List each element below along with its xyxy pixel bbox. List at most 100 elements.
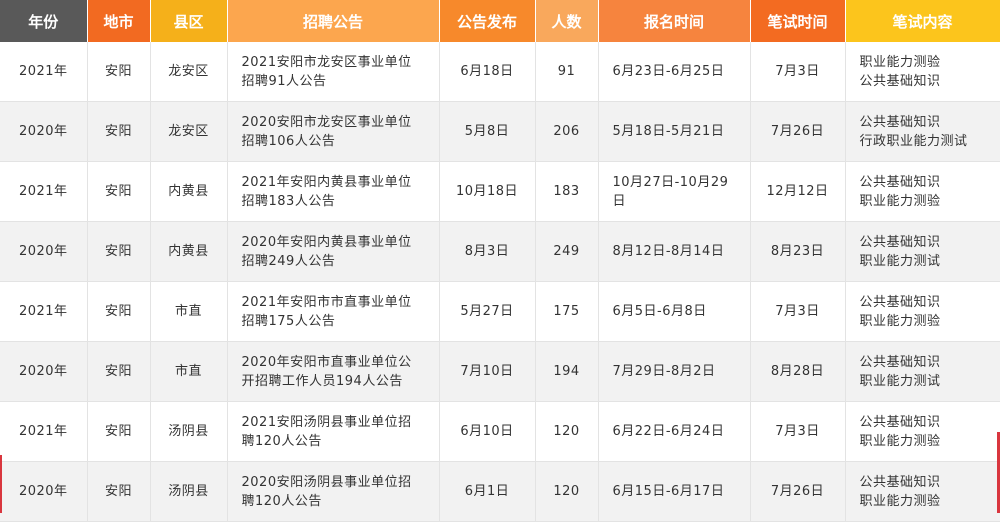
- county-cell: 内黄县: [150, 161, 228, 222]
- exam-content-cell-line-1: 公共基础知识: [859, 474, 941, 490]
- exam-content-cell-line-2: 公共基础知识: [859, 73, 941, 89]
- signup-period-cell-line-1: 6月22日-6月24日: [612, 424, 725, 439]
- signup-period-cell: 6月5日-6月8日: [598, 281, 751, 342]
- exam-content-cell-line-2: 职业能力测试: [859, 373, 941, 389]
- signup-period-cell: 6月23日-6月25日: [598, 42, 751, 102]
- exam-content-cell: 公共基础知识 职业能力测验: [845, 161, 1000, 222]
- year-cell: 2020年: [0, 221, 88, 282]
- signup-period-cell-line-1: 7月29日-8月2日: [612, 364, 716, 379]
- notice-cell: 2021年安阳市市直事业单位 招聘175人公告: [227, 281, 440, 342]
- notice-cell: 2020年安阳内黄县事业单位 招聘249人公告: [227, 221, 440, 282]
- notice-cell: 2021安阳汤阴县事业单位招 聘120人公告: [227, 401, 440, 462]
- signup-period-cell: 8月12日-8月14日: [598, 221, 751, 282]
- header-notice: 招聘公告: [227, 0, 440, 42]
- notice-cell-line-2: 招聘91人公告: [241, 73, 327, 89]
- city-cell: 安阳: [87, 401, 151, 462]
- headcount-cell: 120: [535, 401, 599, 462]
- signup-period-cell-line-2: 日: [612, 193, 627, 209]
- exam-content-cell-line-2: 职业能力测验: [859, 433, 941, 449]
- city-cell: 安阳: [87, 42, 151, 102]
- notice-cell-line-1: 2021年安阳市市直事业单位: [241, 294, 412, 310]
- county-cell: 市直: [150, 341, 228, 402]
- notice-cell: 2020安阳市龙安区事业单位 招聘106人公告: [227, 101, 440, 162]
- signup-period-cell: 6月22日-6月24日: [598, 401, 751, 462]
- city-cell: 安阳: [87, 281, 151, 342]
- exam-date-cell: 7月26日: [750, 101, 846, 162]
- signup-period-cell-line-1: 5月18日-5月21日: [612, 124, 725, 139]
- publish-date-cell: 7月10日: [439, 341, 536, 402]
- notice-cell-line-1: 2021安阳市龙安区事业单位: [241, 54, 412, 70]
- exam-date-cell: 8月28日: [750, 341, 846, 402]
- table-header-row: 年份 地市 县区 招聘公告 公告发布 人数 报名时间 笔试时间 笔试内容: [0, 0, 1000, 42]
- recruitment-table-frame: 年份 地市 县区 招聘公告 公告发布 人数 报名时间 笔试时间 笔试内容 202…: [0, 0, 1000, 522]
- county-cell: 汤阴县: [150, 401, 228, 462]
- header-exam-time: 笔试时间: [750, 0, 846, 42]
- notice-cell-line-2: 招聘106人公告: [241, 133, 336, 149]
- recruitment-table: 年份 地市 县区 招聘公告 公告发布 人数 报名时间 笔试时间 笔试内容 202…: [0, 0, 1000, 522]
- exam-date-cell: 7月3日: [750, 401, 846, 462]
- exam-content-cell-line-2: 行政职业能力测试: [859, 133, 968, 149]
- notice-cell-line-2: 聘120人公告: [241, 493, 322, 509]
- header-exam-content: 笔试内容: [845, 0, 1000, 42]
- signup-period-cell-line-1: 6月15日-6月17日: [612, 484, 725, 499]
- signup-period-cell-line-1: 6月23日-6月25日: [612, 64, 725, 79]
- header-county: 县区: [150, 0, 228, 42]
- exam-date-cell: 8月23日: [750, 221, 846, 282]
- table-row: 2021年 安阳 市直 2021年安阳市市直事业单位 招聘175人公告 5月27日 175 6…: [0, 281, 1000, 342]
- headcount-cell: 194: [535, 341, 599, 402]
- exam-content-cell-line-1: 公共基础知识: [859, 114, 941, 130]
- exam-content-cell: 公共基础知识 职业能力测试: [845, 341, 1000, 402]
- city-cell: 安阳: [87, 101, 151, 162]
- notice-cell-line-1: 2020安阳市龙安区事业单位: [241, 114, 412, 130]
- exam-content-cell-line-1: 公共基础知识: [859, 174, 941, 190]
- county-cell: 市直: [150, 281, 228, 342]
- exam-date-cell: 12月12日: [750, 161, 846, 222]
- publish-date-cell: 6月10日: [439, 401, 536, 462]
- city-cell: 安阳: [87, 221, 151, 282]
- table-row: 2020年 安阳 市直 2020年安阳市直事业单位公 开招聘工作人员194人公告 7月10…: [0, 341, 1000, 402]
- exam-content-cell: 公共基础知识行政职业能力测试: [845, 101, 1000, 162]
- table-row: 2020年 安阳 内黄县 2020年安阳内黄县事业单位 招聘249人公告 8月3日 249 8…: [0, 221, 1000, 282]
- exam-content-cell: 公共基础知识 职业能力测验: [845, 281, 1000, 342]
- notice-cell-line-2: 招聘183人公告: [241, 193, 336, 209]
- notice-cell-line-1: 2020年安阳内黄县事业单位: [241, 234, 412, 250]
- year-cell: 2021年: [0, 161, 88, 222]
- headcount-cell: 175: [535, 281, 599, 342]
- year-cell: 2021年: [0, 401, 88, 462]
- headcount-cell: 249: [535, 221, 599, 282]
- publish-date-cell: 5月27日: [439, 281, 536, 342]
- notice-cell-line-1: 2020安阳汤阴县事业单位招: [241, 474, 412, 490]
- year-cell: 2020年: [0, 101, 88, 162]
- table-row: 2021年 安阳 汤阴县 2021安阳汤阴县事业单位招 聘120人公告 6月10日 120 6…: [0, 401, 1000, 462]
- notice-cell: 2021年安阳内黄县事业单位 招聘183人公告: [227, 161, 440, 222]
- year-cell: 2021年: [0, 42, 88, 102]
- publish-date-cell: 10月18日: [439, 161, 536, 222]
- exam-content-cell: 公共基础知识 职业能力测试: [845, 221, 1000, 282]
- notice-cell-line-1: 2021安阳汤阴县事业单位招: [241, 414, 412, 430]
- signup-period-cell: 10月27日-10月29 日: [598, 161, 751, 222]
- exam-content-cell-line-2: 职业能力测验: [859, 193, 941, 209]
- table-row: 2021年 安阳 龙安区 2021安阳市龙安区事业单位 招聘91人公告 6月18日 91 6月…: [0, 42, 1000, 102]
- exam-content-cell-line-1: 公共基础知识: [859, 414, 941, 430]
- header-publish: 公告发布: [439, 0, 536, 42]
- exam-content-cell-line-2: 职业能力测验: [859, 313, 941, 329]
- table-row: 2020年 安阳 龙安区 2020安阳市龙安区事业单位 招聘106人公告 5月8日 206 5…: [0, 101, 1000, 162]
- year-cell: 2021年: [0, 281, 88, 342]
- notice-cell-line-2: 聘120人公告: [241, 433, 322, 449]
- header-year: 年份: [0, 0, 88, 42]
- exam-content-cell-line-1: 公共基础知识: [859, 354, 941, 370]
- notice-cell-line-2: 开招聘工作人员194人公告: [241, 373, 403, 389]
- exam-content-cell-line-2: 职业能力测验: [859, 493, 941, 509]
- signup-period-cell-line-1: 10月27日-10月29: [612, 174, 729, 190]
- notice-cell: 2021安阳市龙安区事业单位 招聘91人公告: [227, 42, 440, 102]
- table-body: 2021年 安阳 龙安区 2021安阳市龙安区事业单位 招聘91人公告 6月18日 91 6月…: [0, 42, 1000, 522]
- notice-cell-line-1: 2020年安阳市直事业单位公: [241, 354, 412, 370]
- left-edge-accent: [0, 455, 2, 513]
- table-row: 2021年 安阳 内黄县 2021年安阳内黄县事业单位 招聘183人公告 10月18日 18…: [0, 161, 1000, 222]
- notice-cell-line-1: 2021年安阳内黄县事业单位: [241, 174, 412, 190]
- exam-date-cell: 7月3日: [750, 281, 846, 342]
- notice-cell-line-2: 招聘249人公告: [241, 253, 336, 269]
- publish-date-cell: 5月8日: [439, 101, 536, 162]
- exam-content-cell: 公共基础知识 职业能力测验: [845, 401, 1000, 462]
- headcount-cell: 183: [535, 161, 599, 222]
